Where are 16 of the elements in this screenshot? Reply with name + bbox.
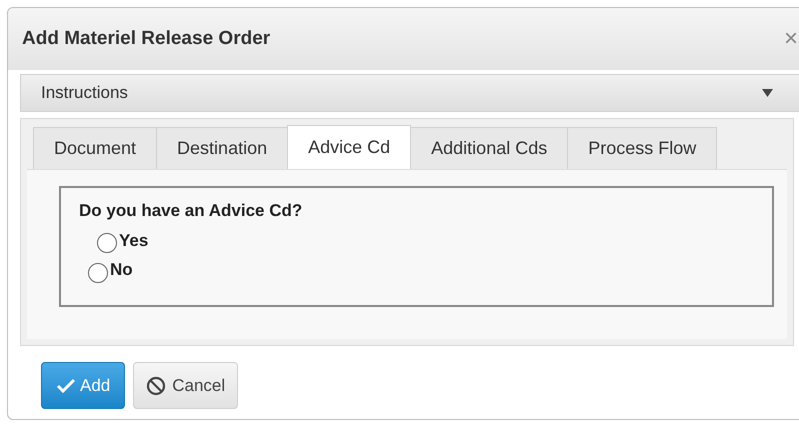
- radio-button[interactable]: [88, 262, 108, 282]
- tab[interactable]: Destination: [156, 127, 288, 169]
- tab[interactable]: Process Flow: [567, 127, 718, 169]
- tab[interactable]: Document: [33, 127, 158, 169]
- radio-label: No: [110, 259, 133, 281]
- radio-label: Yes: [119, 230, 148, 252]
- instructions-bar[interactable]: Instructions: [20, 74, 799, 112]
- cancel-button[interactable]: Cancel: [133, 362, 238, 409]
- dialog-title: Add Materiel Release Order: [22, 26, 270, 51]
- question-label: Do you have an Advice Cd?: [79, 200, 304, 222]
- checkmark-icon: [56, 378, 76, 394]
- dropdown-icon: [762, 89, 773, 97]
- prohibited-icon: [146, 376, 166, 396]
- radio-button[interactable]: [97, 233, 117, 253]
- tab[interactable]: Additional Cds: [410, 127, 568, 169]
- tab[interactable]: Advice Cd: [287, 125, 412, 169]
